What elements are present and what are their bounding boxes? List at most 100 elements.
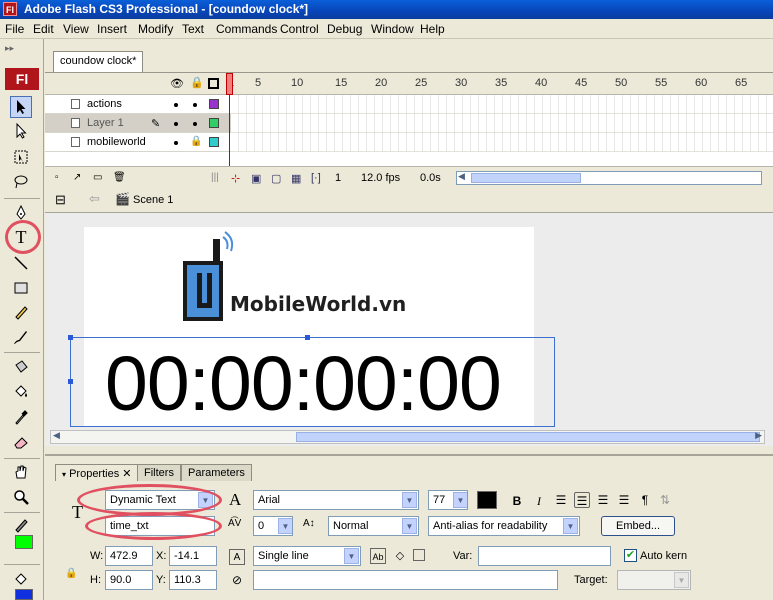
outline-icon[interactable] <box>208 78 219 89</box>
selection-tool-icon[interactable] <box>10 96 32 118</box>
insert-folder-icon[interactable]: ▭ <box>93 172 102 183</box>
layer-row-mobileworld[interactable]: mobileworld 🔒 <box>45 133 231 152</box>
bold-icon[interactable]: B <box>509 493 525 509</box>
menu-modify[interactable]: Modify <box>138 22 173 36</box>
align-left-icon[interactable]: ☰ <box>553 492 569 508</box>
justify-icon[interactable]: ☰ <box>616 492 632 508</box>
layer-color-swatch[interactable] <box>209 137 219 147</box>
align-center-icon[interactable]: ☰ <box>574 492 590 508</box>
target-select[interactable]: ▼ <box>617 570 691 590</box>
subselection-tool-icon[interactable] <box>10 120 32 142</box>
frames-row-layer1[interactable] <box>231 114 773 133</box>
menu-debug[interactable]: Debug <box>327 22 362 36</box>
eraser-tool-icon[interactable] <box>10 431 32 453</box>
layer-color-swatch[interactable] <box>209 99 219 109</box>
free-transform-tool-icon[interactable] <box>10 146 32 168</box>
paint-bucket-tool-icon[interactable] <box>10 381 32 403</box>
chevron-down-icon[interactable]: ▼ <box>344 548 359 564</box>
paragraph-icon[interactable]: ¶ <box>637 492 653 508</box>
tab-filters[interactable]: Filters <box>137 464 181 481</box>
stage-scrollbar[interactable]: ◀ ▶ <box>50 430 765 444</box>
fill-color-swatch[interactable] <box>15 535 33 549</box>
scene-label[interactable]: Scene 1 <box>133 194 173 206</box>
frame-rate[interactable]: 12.0 fps <box>361 172 400 184</box>
rectangle-tool-icon[interactable] <box>10 277 32 299</box>
line-tool-icon[interactable] <box>10 252 32 274</box>
font-size-input[interactable]: 77 ▼ <box>428 490 468 510</box>
scroll-right-icon[interactable]: ▶ <box>755 430 762 441</box>
tab-parameters[interactable]: Parameters <box>181 464 252 481</box>
collapse-icon[interactable]: ▾ <box>62 470 66 479</box>
auto-kern-checkbox[interactable]: ✔ <box>624 549 637 562</box>
edit-multiple-frames-icon[interactable]: ▦ <box>291 172 301 185</box>
menu-insert[interactable]: Insert <box>97 22 127 36</box>
lasso-tool-icon[interactable] <box>10 171 32 193</box>
menu-control[interactable]: Control <box>280 22 319 36</box>
frames-row-actions[interactable] <box>231 95 773 114</box>
html-render-icon[interactable]: ◇ <box>392 548 408 564</box>
ink-bottle-tool-icon[interactable] <box>10 356 32 378</box>
y-input[interactable]: 110.3 <box>169 570 217 590</box>
chevron-down-icon[interactable]: ▼ <box>278 518 292 534</box>
scroll-left-icon[interactable]: ◀ <box>53 430 60 441</box>
italic-icon[interactable]: I <box>531 493 547 509</box>
chevron-down-icon[interactable]: ▼ <box>402 518 417 534</box>
url-input[interactable] <box>253 570 558 590</box>
menu-view[interactable]: View <box>63 22 89 36</box>
lock-icon[interactable]: 🔒 <box>190 76 204 89</box>
menu-commands[interactable]: Commands <box>216 22 277 36</box>
height-input[interactable]: 90.0 <box>105 570 153 590</box>
layer-color-swatch[interactable] <box>209 118 219 128</box>
scrollbar-thumb[interactable] <box>296 432 760 442</box>
text-color-swatch[interactable] <box>477 491 497 509</box>
chevron-down-icon[interactable]: ▼ <box>563 518 578 534</box>
line-type-select[interactable]: Single line ▼ <box>253 546 361 566</box>
center-frame-icon[interactable]: ⊹ <box>231 172 240 185</box>
document-tab[interactable]: coundow clock* <box>53 51 144 72</box>
embed-button[interactable]: Embed... <box>601 516 675 536</box>
font-select[interactable]: Arial ▼ <box>253 490 419 510</box>
onion-outline-icon[interactable]: ▢ <box>271 172 281 185</box>
letter-spacing-input[interactable]: 0 ▼ <box>253 516 293 536</box>
fill-color-chip[interactable] <box>15 589 33 600</box>
add-guide-icon[interactable]: ↗ <box>73 172 81 183</box>
x-input[interactable]: -14.1 <box>169 546 217 566</box>
eyedropper-tool-icon[interactable] <box>10 406 32 428</box>
pencil-tool-icon[interactable] <box>10 301 32 323</box>
scrollbar-thumb[interactable] <box>471 173 581 183</box>
timeline-toggle-icon[interactable]: ⊟ <box>55 192 66 208</box>
tab-properties[interactable]: ▾ Properties ✕ <box>55 464 139 481</box>
chevron-down-icon[interactable]: ▼ <box>674 572 689 588</box>
orientation-icon[interactable]: ⇅ <box>657 492 673 508</box>
position-select[interactable]: Normal ▼ <box>328 516 419 536</box>
collapse-arrows-icon[interactable]: ▸▸ <box>5 43 14 54</box>
menu-file[interactable]: File <box>5 22 24 36</box>
delete-layer-icon[interactable]: 🗑 <box>113 172 126 183</box>
onion-markers-icon[interactable]: [·] <box>311 172 321 184</box>
onion-skin-icon[interactable]: ▣ <box>251 172 261 185</box>
close-icon[interactable]: ✕ <box>122 468 131 480</box>
chevron-down-icon[interactable]: ▼ <box>402 492 417 508</box>
chevron-down-icon[interactable]: ▼ <box>453 492 467 508</box>
playhead[interactable] <box>226 73 233 95</box>
border-toggle-icon[interactable] <box>413 549 425 561</box>
var-input[interactable] <box>478 546 611 566</box>
selectable-icon[interactable]: Ab <box>370 548 386 564</box>
layer-row-actions[interactable]: actions <box>45 95 231 114</box>
width-input[interactable]: 472.9 <box>105 546 153 566</box>
lock-icon[interactable]: 🔒 <box>190 136 202 147</box>
menu-window[interactable]: Window <box>371 22 414 36</box>
layer-row-layer1[interactable]: Layer 1 ✎ <box>45 114 231 133</box>
hand-tool-icon[interactable] <box>10 461 32 483</box>
menu-edit[interactable]: Edit <box>33 22 54 36</box>
frames-row-mobileworld[interactable] <box>231 133 773 152</box>
back-arrow-icon[interactable]: ⇦ <box>89 191 100 207</box>
align-right-icon[interactable]: ☰ <box>595 492 611 508</box>
insert-layer-icon[interactable]: ▫ <box>55 172 59 183</box>
timeline-scrollbar[interactable]: ◀ <box>456 171 762 185</box>
eye-icon[interactable]: 👁 <box>170 77 184 90</box>
brush-tool-icon[interactable] <box>10 326 32 348</box>
lock-proportions-icon[interactable]: 🔒 <box>65 568 77 579</box>
menu-text[interactable]: Text <box>182 22 204 36</box>
scroll-left-icon[interactable]: ◀ <box>458 171 465 182</box>
